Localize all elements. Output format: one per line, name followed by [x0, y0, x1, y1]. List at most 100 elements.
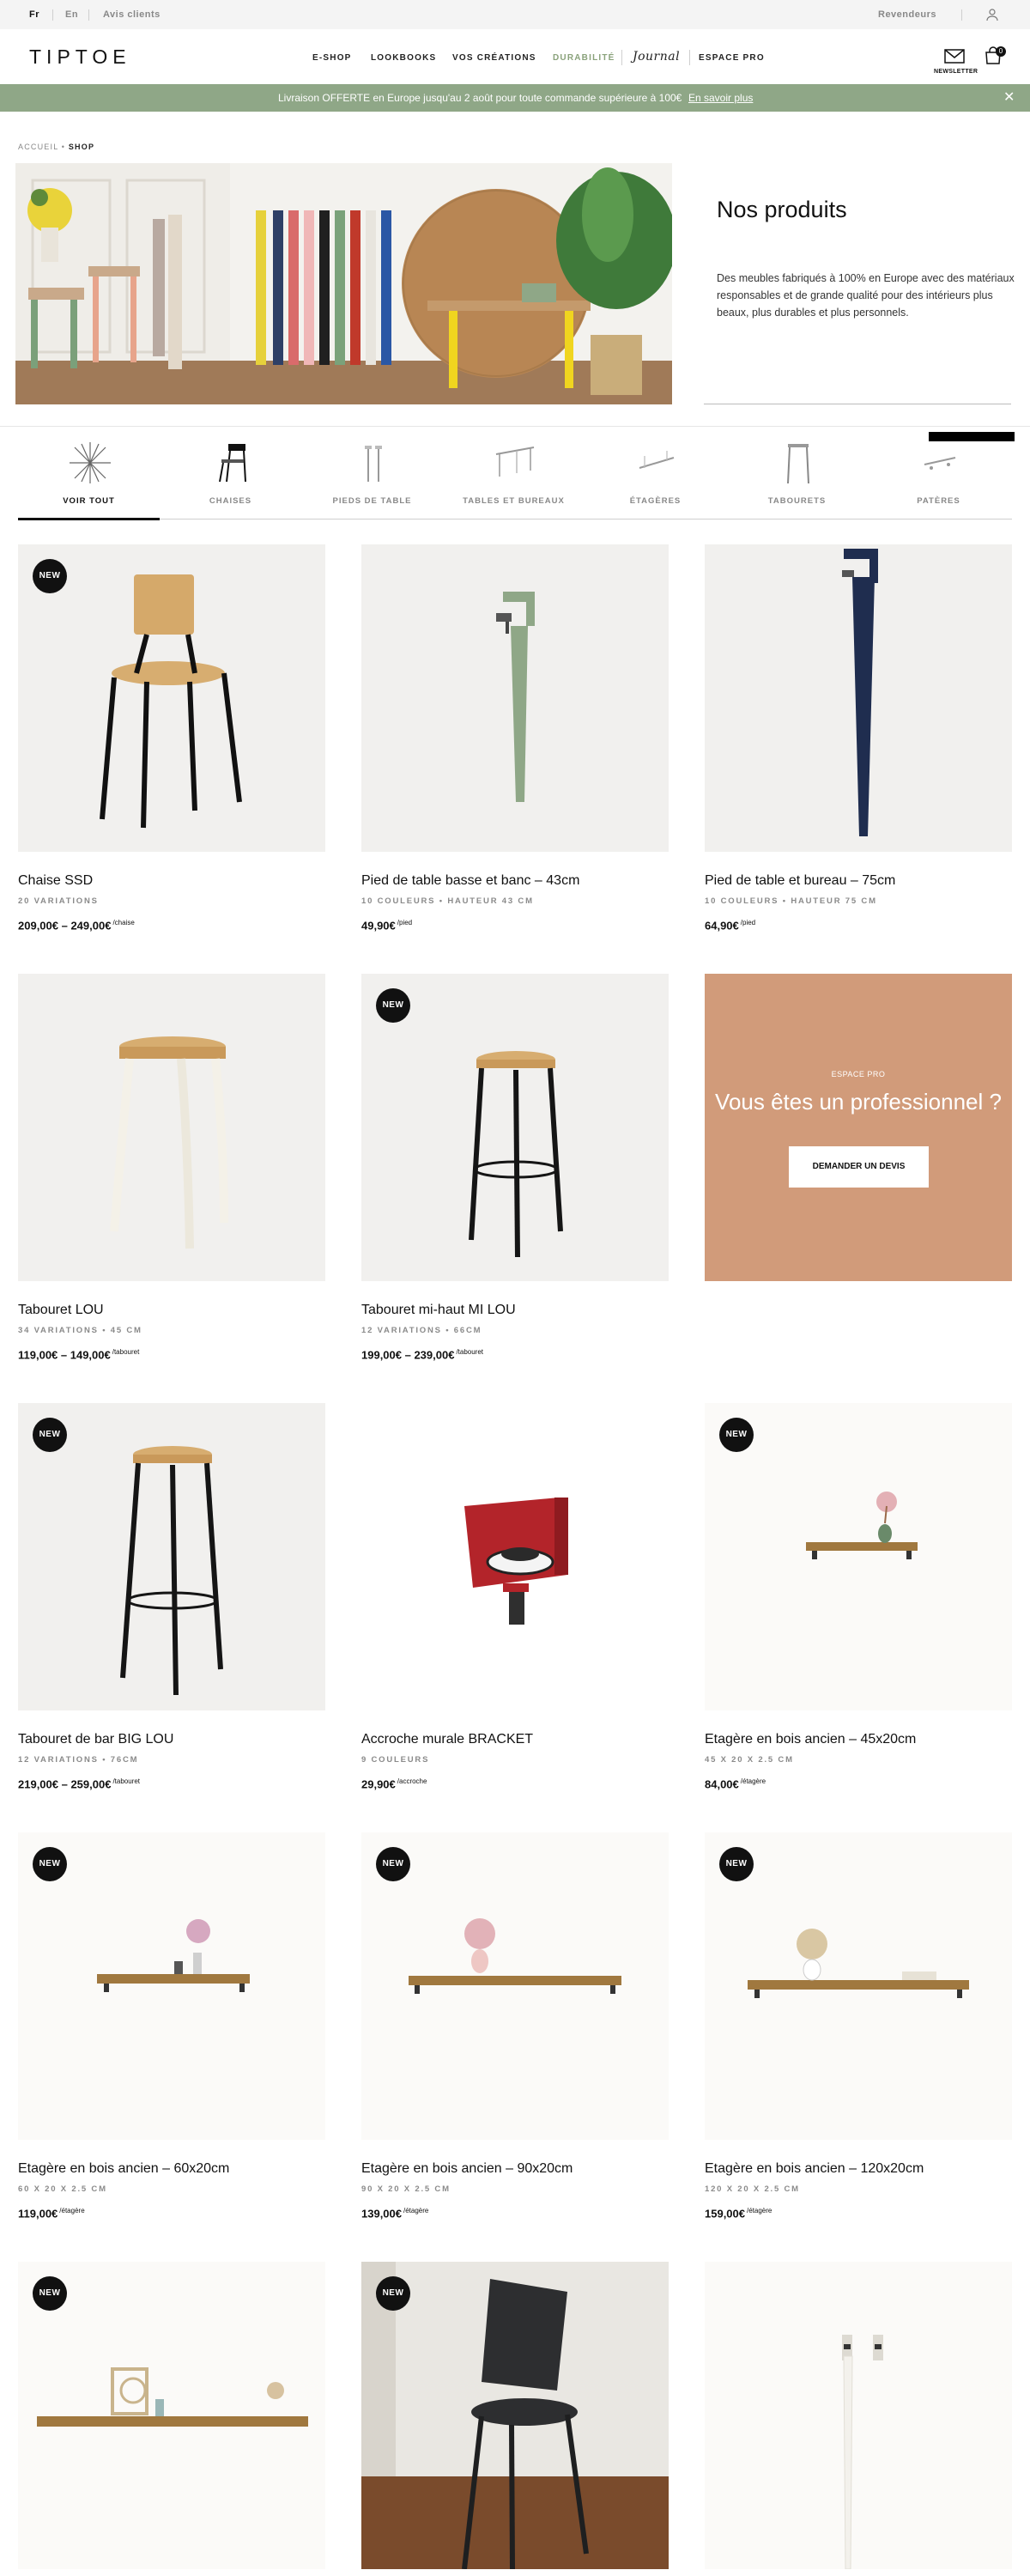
product-name[interactable]: Chaise SSD — [18, 873, 93, 889]
product-price: 29,90€/accroche — [361, 1777, 427, 1791]
newsletter-envelope-icon[interactable] — [944, 46, 965, 68]
resellers-link[interactable]: Revendeurs — [878, 0, 936, 29]
product-image[interactable]: NEW — [705, 1403, 1012, 1710]
breadcrumb-home-link[interactable]: ACCUEIL — [18, 143, 58, 151]
product-image[interactable]: NEW — [361, 2262, 669, 2569]
product-name[interactable]: Etagère en bois ancien – 60x20cm — [18, 2161, 229, 2177]
product-variations: 12 VARIATIONS • 76CM — [18, 1755, 139, 1765]
newsletter-label: NEWSLETTER — [934, 69, 978, 75]
new-badge: NEW — [33, 1418, 67, 1452]
chair-icon — [219, 444, 246, 483]
new-badge: NEW — [376, 988, 410, 1023]
category-tab-hooks[interactable]: PATÈRES — [868, 434, 1009, 516]
promo-banner: Livraison OFFERTE en Europe jusqu'au 2 a… — [0, 84, 1030, 112]
category-tab-stools[interactable]: TABOURETS — [726, 434, 868, 516]
category-tab-shelves[interactable]: ÉTAGÈRES — [585, 434, 726, 516]
nav-vos-creations[interactable]: VOS CRÉATIONS — [452, 53, 536, 63]
category-tab-table-legs[interactable]: PIEDS DE TABLE — [301, 434, 443, 516]
nav-lookbooks[interactable]: LOOKBOOKS — [371, 53, 436, 63]
product-image[interactable] — [705, 544, 1012, 852]
breadcrumb-separator: • — [61, 143, 66, 151]
product-price: 84,00€/étagère — [705, 1777, 766, 1791]
customer-reviews-link[interactable]: Avis clients — [103, 0, 161, 29]
pro-kicker: ESPACE PRO — [831, 1070, 886, 1078]
product-image[interactable]: NEW — [705, 1832, 1012, 2140]
product-image[interactable]: NEW — [18, 2262, 325, 2569]
product-price: 199,00€ – 239,00€/tabouret — [361, 1348, 484, 1362]
new-badge: NEW — [719, 1418, 754, 1452]
category-label: ÉTAGÈRES — [629, 496, 682, 506]
category-tab-all[interactable]: VOIR TOUT — [18, 434, 160, 516]
product-name[interactable]: Tabouret LOU — [18, 1303, 104, 1318]
product-image[interactable]: NEW — [18, 1832, 325, 2140]
product-name[interactable]: Pied de table basse et banc – 43cm — [361, 873, 579, 889]
nav-journal[interactable]: Journal — [633, 50, 680, 64]
divider — [689, 50, 690, 65]
category-label: TABLES ET BUREAUX — [463, 496, 565, 506]
product-variations: 90 X 20 X 2.5 CM — [361, 2184, 451, 2194]
divider — [621, 50, 622, 65]
stool-icon — [787, 444, 809, 484]
product-image[interactable] — [705, 2262, 1012, 2569]
shelf-icon — [639, 451, 675, 469]
product-variations: 45 X 20 X 2.5 CM — [705, 1755, 794, 1765]
category-tab-tables[interactable]: TABLES ET BUREAUX — [443, 434, 585, 516]
divider — [52, 9, 53, 21]
hero-description: Des meubles fabriqués à 100% en Europe a… — [717, 272, 1015, 319]
request-quote-button[interactable]: DEMANDER UN DEVIS — [789, 1146, 929, 1188]
product-name[interactable]: Tabouret de bar BIG LOU — [18, 1732, 173, 1747]
product-image[interactable]: NEW — [18, 1403, 325, 1710]
product-image[interactable]: NEW — [18, 544, 325, 852]
table-leg-icon — [365, 446, 382, 482]
product-image[interactable] — [361, 544, 669, 852]
product-variations: 20 VARIATIONS — [18, 896, 99, 906]
new-badge: NEW — [376, 2276, 410, 2311]
pro-title: Vous êtes un professionnel ? — [715, 1089, 1002, 1115]
language-en-link[interactable]: En — [65, 0, 78, 29]
category-label: VOIR TOUT — [63, 496, 115, 506]
product-image[interactable]: NEW — [361, 1832, 669, 2140]
close-icon[interactable]: ✕ — [1003, 84, 1015, 112]
product-name[interactable]: Tabouret mi-haut MI LOU — [361, 1303, 516, 1318]
starburst-icon — [70, 442, 111, 483]
category-tab-chairs[interactable]: CHAISES — [160, 434, 301, 516]
product-price: 139,00€/étagère — [361, 2207, 429, 2221]
product-name[interactable]: Pied de table et bureau – 75cm — [705, 873, 895, 889]
promo-learn-more-link[interactable]: En savoir plus — [688, 84, 753, 112]
cart-count-badge: 0 — [996, 46, 1006, 57]
nav-eshop[interactable]: E-SHOP — [312, 53, 352, 63]
product-price: 119,00€ – 149,00€/tabouret — [18, 1348, 140, 1362]
promo-message: Livraison OFFERTE en Europe jusqu'au 2 a… — [278, 92, 682, 104]
category-label: PIEDS DE TABLE — [332, 496, 412, 506]
product-variations: 34 VARIATIONS • 45 CM — [18, 1326, 142, 1335]
product-price: 159,00€/étagère — [705, 2207, 772, 2221]
product-name[interactable]: Etagère en bois ancien – 120x20cm — [705, 2161, 924, 2177]
product-price: 64,90€/pied — [705, 919, 756, 933]
user-account-icon[interactable] — [985, 8, 999, 26]
product-name[interactable]: Accroche murale BRACKET — [361, 1732, 533, 1747]
product-image[interactable] — [361, 1403, 669, 1710]
product-variations: 120 X 20 X 2.5 CM — [705, 2184, 800, 2194]
utility-bar: Fr En Avis clients Revendeurs — [0, 0, 1030, 29]
category-label: CHAISES — [209, 496, 252, 506]
product-name[interactable]: Etagère en bois ancien – 45x20cm — [705, 1732, 916, 1747]
active-tab-indicator — [18, 518, 160, 520]
nav-durabilite[interactable]: DURABILITÉ — [553, 53, 615, 63]
hook-icon — [924, 457, 956, 470]
new-badge: NEW — [719, 1847, 754, 1881]
language-fr-link[interactable]: Fr — [29, 0, 39, 29]
product-image[interactable] — [18, 974, 325, 1281]
category-label: TABOURETS — [767, 496, 827, 506]
table-icon — [495, 447, 535, 477]
product-variations: 10 COULEURS • HAUTEUR 43 CM — [361, 896, 534, 906]
category-label: PATÈRES — [917, 496, 960, 506]
product-variations: 10 COULEURS • HAUTEUR 75 CM — [705, 896, 877, 906]
divider — [0, 426, 1030, 427]
product-price: 219,00€ – 259,00€/tabouret — [18, 1777, 141, 1791]
site-logo[interactable]: TIPTOE — [29, 46, 131, 69]
breadcrumb-current: SHOP — [68, 143, 95, 151]
product-name[interactable]: Etagère en bois ancien – 90x20cm — [361, 2161, 573, 2177]
product-image[interactable]: NEW — [361, 974, 669, 1281]
divider — [88, 9, 89, 21]
nav-espace-pro[interactable]: ESPACE PRO — [699, 53, 765, 63]
